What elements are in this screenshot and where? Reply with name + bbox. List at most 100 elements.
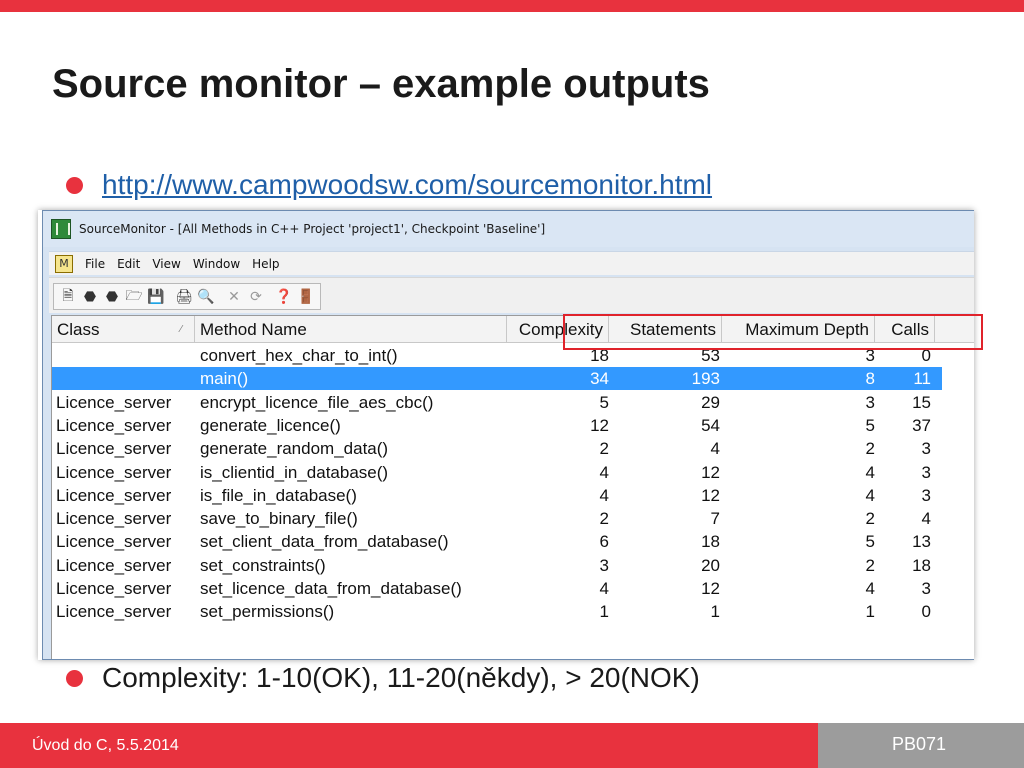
table-row[interactable]: Licence_server set_licence_data_from_data… (52, 577, 942, 600)
cell-class: Licence_server (56, 462, 172, 482)
cell-max-depth: 2 (865, 509, 875, 529)
cell-complexity: 4 (599, 579, 609, 598)
cell-calls: 3 (921, 462, 931, 482)
top-accent-bar (0, 0, 1024, 12)
cell-max-depth: 4 (865, 462, 875, 482)
footer-date: Úvod do C, 5.5.2014 (32, 737, 179, 754)
cell-complexity: 1 (599, 602, 609, 622)
cell-class: Licence_server (56, 555, 172, 575)
complexity-note: Complexity: 1-10(OK), 11-20(někdy), > 20… (102, 662, 700, 693)
cell-class: Licence_server (56, 439, 172, 459)
cell-method: main() (200, 369, 249, 389)
methods-list[interactable]: Class ⁄ Method Name Complexity Statement… (51, 315, 974, 659)
table-row[interactable]: Licence_server is_file_in_database() 4 12 4 3 (52, 484, 942, 507)
table-row[interactable]: Licence_server set_constraints() 3 20 2 18 (52, 554, 942, 577)
cell-max-depth: 5 (865, 532, 875, 552)
cell-complexity: 6 (599, 532, 609, 552)
sourcemonitor-link[interactable]: http://www.campwoodsw.com/sourcemonitor.… (102, 169, 712, 201)
menu-help[interactable]: Help (252, 257, 279, 271)
window-titlebar[interactable]: SourceMonitor - [All Methods in C++ Proj… (43, 211, 974, 247)
table-row[interactable]: Licence_server generate_licence() 12 54 5 37 (52, 414, 942, 437)
bullet-link-item: http://www.campwoodsw.com/sourcemonitor.… (66, 168, 966, 202)
table-row[interactable]: Licence_server encrypt_licence_file_aes_c… (52, 391, 942, 414)
cell-calls: 4 (921, 509, 931, 529)
cell-calls: 13 (912, 532, 931, 552)
cell-class: Licence_server (56, 485, 172, 505)
highlight-box (563, 314, 983, 350)
open-icon-alt[interactable]: ⬣ (101, 286, 123, 308)
cell-statements: 12 (701, 485, 720, 505)
print-icon[interactable]: 🖨 (173, 286, 195, 308)
cell-class: Licence_server (56, 509, 172, 529)
cell-max-depth: 5 (865, 415, 875, 435)
table-row[interactable]: Licence_server is_clientid_in_database() 4… (52, 461, 942, 484)
help-pointer-icon[interactable]: ❓ (273, 286, 295, 308)
cell-complexity: 4 (599, 462, 609, 482)
cell-class: Licence_server (56, 579, 172, 598)
cell-statements: 12 (701, 579, 720, 598)
toolbar-group-file: 🗎 ⬣ ⬣ 🗁 💾 🖨 🔍 ✕ ⟳ ❓ 🚪 (53, 283, 321, 310)
cell-calls: 0 (921, 602, 931, 622)
cell-method: set_licence_data_from_database() (200, 579, 462, 598)
cell-statements: 7 (710, 509, 720, 529)
cell-max-depth: 4 (865, 485, 875, 505)
sourcemonitor-screenshot: SourceMonitor - [All Methods in C++ Proj… (38, 210, 974, 660)
bullet-dot-icon (66, 176, 83, 194)
cell-complexity: 2 (599, 439, 609, 459)
slide-title: Source monitor – example outputs (52, 62, 710, 106)
menu-bar: M File Edit View Window Help (49, 251, 974, 275)
toolbar: 🗎 ⬣ ⬣ 🗁 💾 🖨 🔍 ✕ ⟳ ❓ 🚪 (49, 277, 974, 313)
cell-class (56, 344, 193, 367)
folder-open-icon[interactable]: 🗁 (123, 286, 145, 308)
table-row[interactable]: main() 34 193 8 11 (52, 367, 942, 391)
table-row[interactable]: Licence_server set_permissions() 1 1 1 0 (52, 600, 942, 623)
exit-door-icon[interactable]: 🚪 (295, 286, 317, 308)
sourcemonitor-app-icon (51, 219, 71, 239)
open-icon[interactable]: ⬣ (79, 286, 101, 308)
cell-calls: 11 (913, 369, 931, 389)
menu-view[interactable]: View (152, 257, 180, 271)
cell-method: is_file_in_database() (200, 485, 357, 505)
cell-statements: 29 (701, 392, 720, 412)
cell-max-depth: 2 (865, 555, 875, 575)
cell-complexity: 4 (599, 485, 609, 505)
cell-complexity: 2 (599, 509, 609, 529)
cell-method: is_clientid_in_database() (200, 462, 389, 482)
cell-method: generate_random_data() (200, 439, 389, 459)
document-menu-icon[interactable]: M (55, 254, 73, 273)
menu-file[interactable]: File (85, 257, 105, 271)
cell-max-depth: 2 (865, 439, 875, 459)
cell-method: set_client_data_from_database() (200, 532, 449, 552)
cell-calls: 3 (921, 485, 931, 505)
save-icon[interactable]: 💾 (145, 286, 167, 308)
cell-complexity: 3 (599, 555, 609, 575)
cell-complexity: 12 (590, 415, 609, 435)
cell-max-depth: 4 (865, 579, 875, 598)
cell-calls: 3 (921, 579, 931, 598)
cell-class: Licence_server (56, 602, 172, 622)
menu-edit[interactable]: Edit (117, 257, 140, 271)
cell-method: encrypt_licence_file_aes_cbc() (200, 392, 434, 412)
menu-window[interactable]: Window (193, 257, 240, 271)
cell-class: Licence_server (56, 532, 172, 552)
cell-class: Licence_server (56, 415, 172, 435)
delete-icon[interactable]: ✕ (223, 286, 245, 308)
table-row[interactable]: Licence_server generate_random_data() 2 4 2 3 (52, 437, 942, 460)
window-title: SourceMonitor - [All Methods in C++ Proj… (79, 222, 546, 236)
cell-max-depth: 1 (865, 602, 875, 622)
cell-calls: 37 (912, 415, 931, 435)
cell-method: generate_licence() (200, 415, 341, 435)
table-row[interactable]: Licence_server save_to_binary_file() 2 7 2 4 (52, 507, 942, 530)
cell-calls: 15 (912, 392, 931, 412)
new-doc-icon[interactable]: 🗎 (57, 286, 79, 308)
print-preview-icon[interactable]: 🔍 (195, 286, 217, 308)
cell-complexity: 5 (599, 392, 609, 412)
footer-course-code: PB071 (892, 734, 947, 754)
column-header-method[interactable]: Method Name (195, 316, 507, 343)
cell-method: set_constraints() (200, 555, 326, 575)
cell-statements: 1 (710, 602, 720, 622)
cell-calls: 18 (912, 555, 931, 575)
table-row[interactable]: Licence_server set_client_data_from_datab… (52, 530, 942, 553)
column-header-class[interactable]: Class ⁄ (52, 316, 195, 343)
refresh-icon[interactable]: ⟳ (245, 286, 267, 308)
